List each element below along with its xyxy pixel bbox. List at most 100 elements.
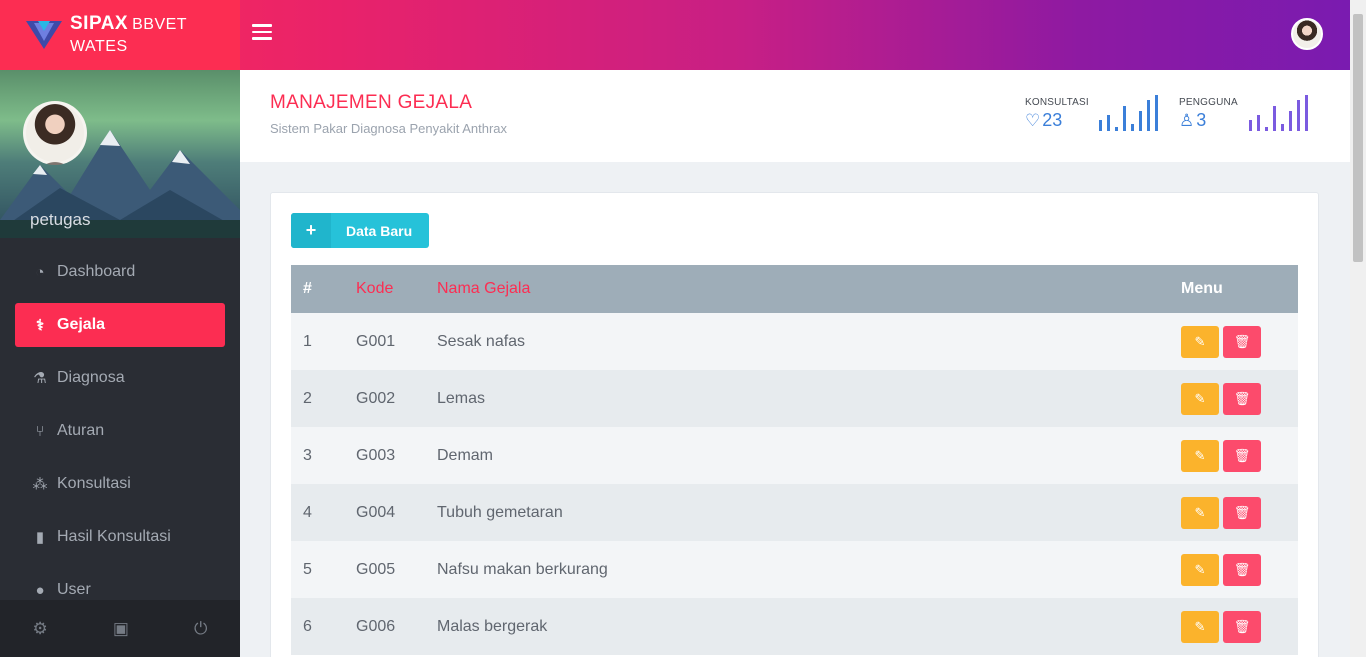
profile-name: petugas: [30, 210, 91, 229]
scrollbar-thumb[interactable]: [1353, 14, 1363, 262]
spark-bar: [1147, 100, 1150, 131]
stat-pengguna-value: 3: [1196, 110, 1207, 130]
user-avatar[interactable]: [1291, 18, 1323, 50]
pencil-icon: ✎: [1194, 618, 1206, 634]
sidebar-item-label: Diagnosa: [57, 369, 125, 386]
power-icon[interactable]: ⏻: [194, 619, 207, 639]
v-logo-icon: [26, 19, 62, 51]
gear-icon[interactable]: ⚙: [33, 619, 48, 639]
spark-bar: [1155, 95, 1158, 131]
sidebar-item-konsultasi[interactable]: ⁂ Konsultasi: [15, 462, 225, 506]
book-icon: ▮: [35, 529, 45, 546]
trash-icon: 🗑: [1233, 447, 1251, 463]
hamburger-icon[interactable]: [252, 24, 272, 42]
cell-number: 2: [303, 389, 312, 407]
sidebar-footer: ⚙ ▣ ⏻: [0, 600, 240, 657]
sidebar-item-diagnosa[interactable]: ⚗ Diagnosa: [15, 356, 225, 400]
gejala-card: + Data Baru # Kode Nama Gejala Menu 1 G00…: [270, 192, 1319, 657]
new-data-button[interactable]: + Data Baru: [291, 213, 429, 248]
gejala-table: # Kode Nama Gejala Menu 1 G001 Sesak nafas…: [291, 265, 1298, 655]
spark-bar: [1099, 120, 1102, 131]
medical-kit-icon: ⚕: [35, 317, 45, 334]
page-scrollbar[interactable]: [1350, 0, 1366, 657]
delete-button[interactable]: 🗑: [1223, 496, 1261, 529]
trash-icon: 🗑: [1233, 561, 1251, 577]
edit-button[interactable]: ✎: [1181, 610, 1219, 643]
trash-icon: 🗑: [1233, 333, 1251, 349]
delete-button[interactable]: 🗑: [1223, 325, 1261, 358]
edit-button[interactable]: ✎: [1181, 496, 1219, 529]
delete-button[interactable]: 🗑: [1223, 439, 1261, 472]
cell-actions: ✎ 🗑: [1181, 598, 1298, 655]
stat-konsultasi-value: 23: [1042, 110, 1063, 130]
cell-kode: G005: [356, 560, 396, 578]
edit-button[interactable]: ✎: [1181, 553, 1219, 586]
cell-actions: ✎ 🗑: [1181, 370, 1298, 427]
pencil-icon: ✎: [1194, 390, 1206, 406]
cell-number: 6: [303, 617, 312, 635]
stat-value: ♙ 3: [1179, 110, 1238, 131]
sparkline-konsultasi: [1099, 95, 1163, 131]
table-header-row: # Kode Nama Gejala Menu: [291, 265, 1298, 313]
stat-label: KONSULTASI: [1025, 97, 1089, 108]
cell-actions: ✎ 🗑: [1181, 541, 1298, 598]
cell-kode: G006: [356, 617, 396, 635]
sidebar-item-dashboard[interactable]: ◔ Dashboard: [15, 250, 225, 294]
spark-bar: [1115, 127, 1118, 131]
sidebar-item-label: Gejala: [57, 316, 106, 333]
sidebar-item-aturan[interactable]: ⑂ Aturan: [15, 409, 225, 453]
spark-bar: [1257, 115, 1260, 131]
network-icon: ⁂: [32, 476, 48, 493]
sidebar-item-label: Dashboard: [57, 263, 136, 280]
column-header-number[interactable]: #: [291, 265, 356, 313]
cell-nama: Tubuh gemetaran: [437, 503, 563, 521]
top-navbar: SIPAX BBVET WATES: [0, 0, 1350, 70]
brand[interactable]: SIPAX BBVET WATES: [0, 0, 240, 70]
sidebar-item-gejala[interactable]: ⚕ Gejala: [15, 303, 225, 347]
delete-button[interactable]: 🗑: [1223, 553, 1261, 586]
spark-bar: [1265, 127, 1268, 131]
edit-button[interactable]: ✎: [1181, 325, 1219, 358]
spark-bar: [1305, 95, 1308, 131]
cell-kode: G004: [356, 503, 396, 521]
sparkline-pengguna: [1249, 95, 1313, 131]
stat-konsultasi: KONSULTASI ♡ 23: [1025, 97, 1089, 131]
edit-button[interactable]: ✎: [1181, 439, 1219, 472]
delete-button[interactable]: 🗑: [1223, 610, 1261, 643]
cell-actions: ✎ 🗑: [1181, 313, 1298, 370]
spark-bar: [1281, 124, 1284, 131]
cell-nama: Nafsu makan berkurang: [437, 560, 608, 578]
spark-bar: [1249, 120, 1252, 131]
table-row: 1 G001 Sesak nafas ✎ 🗑: [291, 313, 1298, 370]
table-row: 4 G004 Tubuh gemetaran ✎ 🗑: [291, 484, 1298, 541]
cell-number: 3: [303, 446, 312, 464]
column-header-nama[interactable]: Nama Gejala: [437, 265, 1181, 313]
sidebar-item-hasil-konsultasi[interactable]: ▮ Hasil Konsultasi: [15, 515, 225, 559]
trash-icon: 🗑: [1233, 504, 1251, 520]
spark-bar: [1123, 106, 1126, 131]
sidebar-item-label: Konsultasi: [57, 475, 131, 492]
table-body: 1 G001 Sesak nafas ✎ 🗑 2 G002 Lemas ✎ 🗑 3 G003 Demam…: [291, 313, 1298, 655]
stat-pengguna: PENGGUNA ♙ 3: [1179, 97, 1238, 131]
stat-label: PENGGUNA: [1179, 97, 1238, 108]
cell-actions: ✎ 🗑: [1181, 484, 1298, 541]
cell-nama: Lemas: [437, 389, 486, 407]
cell-nama: Malas bergerak: [437, 617, 548, 635]
page-subtitle: Sistem Pakar Diagnosa Penyakit Anthrax: [270, 121, 508, 136]
delete-button[interactable]: 🗑: [1223, 382, 1261, 415]
profile-avatar[interactable]: [23, 101, 87, 165]
edit-button[interactable]: ✎: [1181, 382, 1219, 415]
profile-banner: petugas: [0, 70, 240, 238]
sidebar-menu: ◔ Dashboard ⚕ Gejala ⚗ Diagnosa ⑂ Aturan…: [0, 238, 240, 612]
pencil-icon: ✎: [1194, 447, 1206, 463]
sidebar: petugas ◔ Dashboard ⚕ Gejala ⚗ Diagnosa …: [0, 70, 240, 657]
monitor-icon[interactable]: ▣: [113, 619, 129, 639]
branch-icon: ⑂: [35, 422, 45, 440]
table-row: 5 G005 Nafsu makan berkurang ✎ 🗑: [291, 541, 1298, 598]
spark-bar: [1273, 106, 1276, 131]
table-row: 6 G006 Malas bergerak ✎ 🗑: [291, 598, 1298, 655]
column-header-kode[interactable]: Kode: [356, 265, 437, 313]
flask-icon: ⚗: [33, 370, 47, 387]
table-row: 2 G002 Lemas ✎ 🗑: [291, 370, 1298, 427]
cell-nama: Demam: [437, 446, 494, 464]
